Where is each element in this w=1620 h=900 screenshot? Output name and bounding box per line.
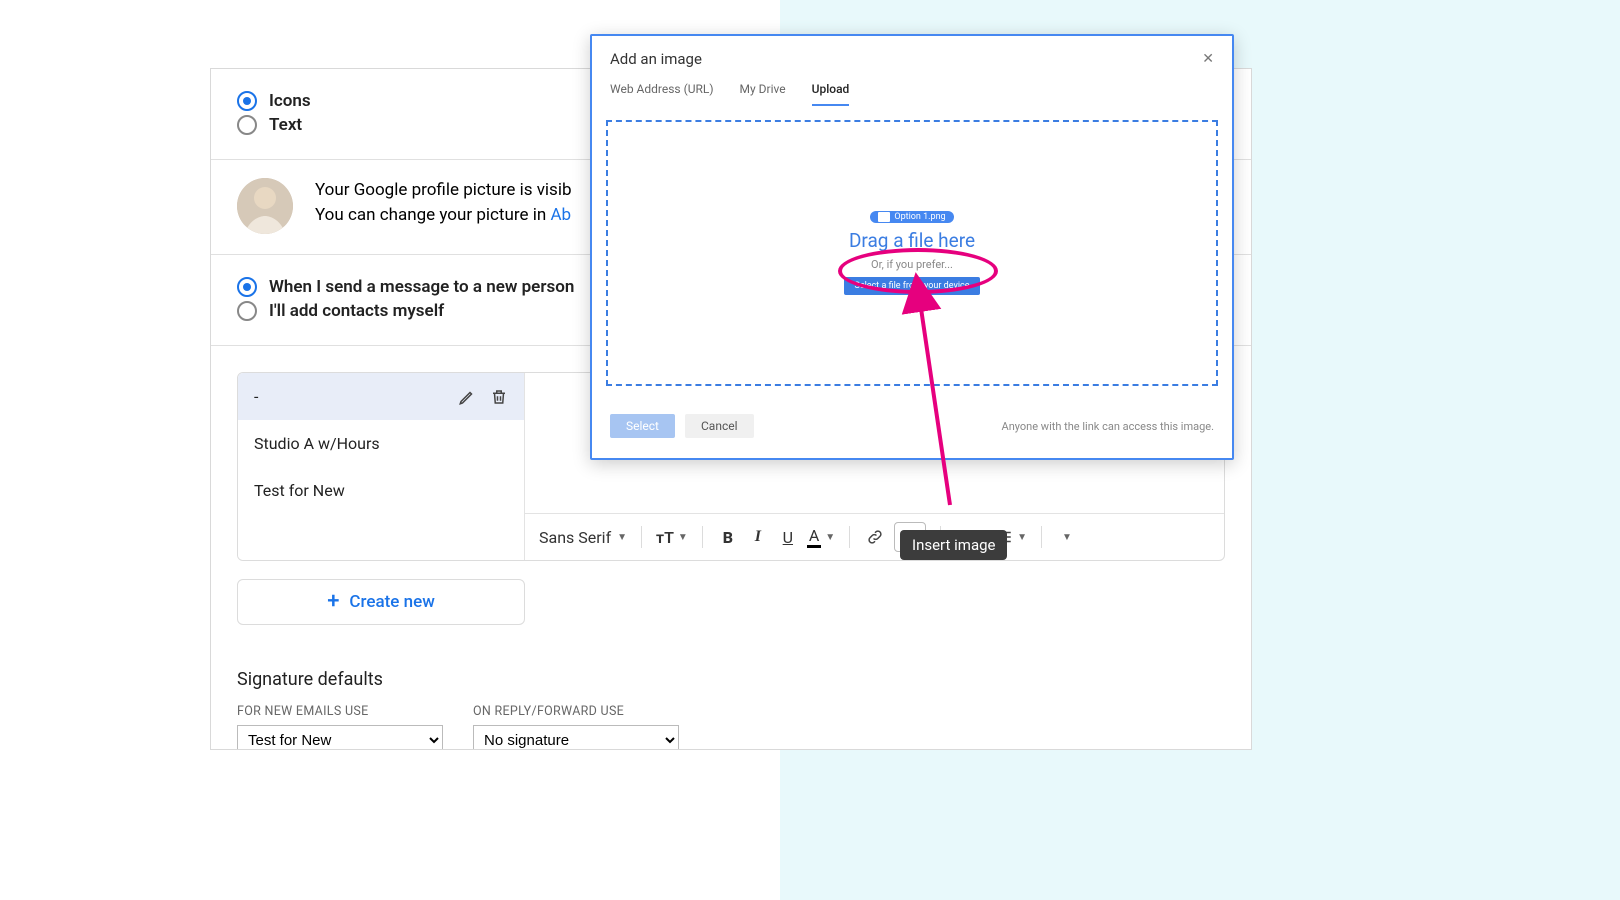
label: Icons xyxy=(269,91,311,111)
reply-signature-select[interactable]: No signature xyxy=(473,725,679,750)
bold-button[interactable]: B xyxy=(717,523,739,551)
signature-list: - Studio A w/Hours Test for New xyxy=(238,373,525,560)
select-button[interactable]: Select xyxy=(610,414,675,438)
about-me-link[interactable]: Ab xyxy=(550,205,571,225)
reply-label: ON REPLY/FORWARD USE xyxy=(473,704,679,719)
signature-item[interactable]: Test for New xyxy=(238,467,524,514)
close-icon[interactable]: ✕ xyxy=(1202,51,1214,67)
signature-defaults: Signature defaults FOR NEW EMAILS USE Te… xyxy=(237,669,1225,750)
label: Text xyxy=(269,115,302,135)
image-file-icon xyxy=(878,212,890,222)
underline-button[interactable]: U xyxy=(777,523,799,551)
label: When I send a message to a new person xyxy=(269,277,574,297)
trash-icon[interactable] xyxy=(490,388,508,406)
signature-name: - xyxy=(254,387,258,406)
or-text: Or, if you prefer... xyxy=(871,258,953,271)
italic-button[interactable]: I xyxy=(747,523,769,551)
avatar[interactable] xyxy=(237,178,293,234)
text-color-dropdown[interactable]: A▼ xyxy=(807,523,835,551)
access-note: Anyone with the link can access this ima… xyxy=(1002,420,1214,433)
insert-image-tooltip: Insert image xyxy=(900,530,1007,560)
radio-icon xyxy=(237,91,257,111)
drag-file-text: Drag a file here xyxy=(849,229,975,252)
font-size-dropdown[interactable]: тT▼ xyxy=(656,523,688,551)
more-formatting-dropdown[interactable]: ▼ xyxy=(1056,523,1078,551)
profile-text-1: Your Google profile picture is visib xyxy=(315,178,572,203)
radio-icon xyxy=(237,277,257,297)
font-family-dropdown[interactable]: Sans Serif▼ xyxy=(539,523,627,551)
link-button[interactable] xyxy=(864,523,886,551)
new-email-label: FOR NEW EMAILS USE xyxy=(237,704,443,719)
signature-item-active[interactable]: - xyxy=(238,373,524,420)
tab-my-drive[interactable]: My Drive xyxy=(740,78,786,106)
profile-text-2a: You can change your picture in xyxy=(315,205,550,225)
cancel-button[interactable]: Cancel xyxy=(685,414,754,438)
tab-web-address[interactable]: Web Address (URL) xyxy=(610,78,714,106)
annotation-arrow xyxy=(870,280,970,510)
modal-title: Add an image xyxy=(610,50,702,68)
radio-icon xyxy=(237,115,257,135)
new-email-signature-select[interactable]: Test for New xyxy=(237,725,443,750)
format-toolbar: Sans Serif▼ тT▼ B I U A▼ xyxy=(525,513,1224,560)
create-new-signature-button[interactable]: + Create new xyxy=(237,579,525,625)
pencil-icon[interactable] xyxy=(458,388,476,406)
file-chip: Option 1.png xyxy=(870,211,953,223)
label: I'll add contacts myself xyxy=(269,301,444,321)
tab-upload[interactable]: Upload xyxy=(812,78,850,106)
signature-defaults-heading: Signature defaults xyxy=(237,669,1225,690)
radio-icon xyxy=(237,301,257,321)
signature-item[interactable]: Studio A w/Hours xyxy=(238,420,524,467)
plus-icon: + xyxy=(327,589,339,614)
